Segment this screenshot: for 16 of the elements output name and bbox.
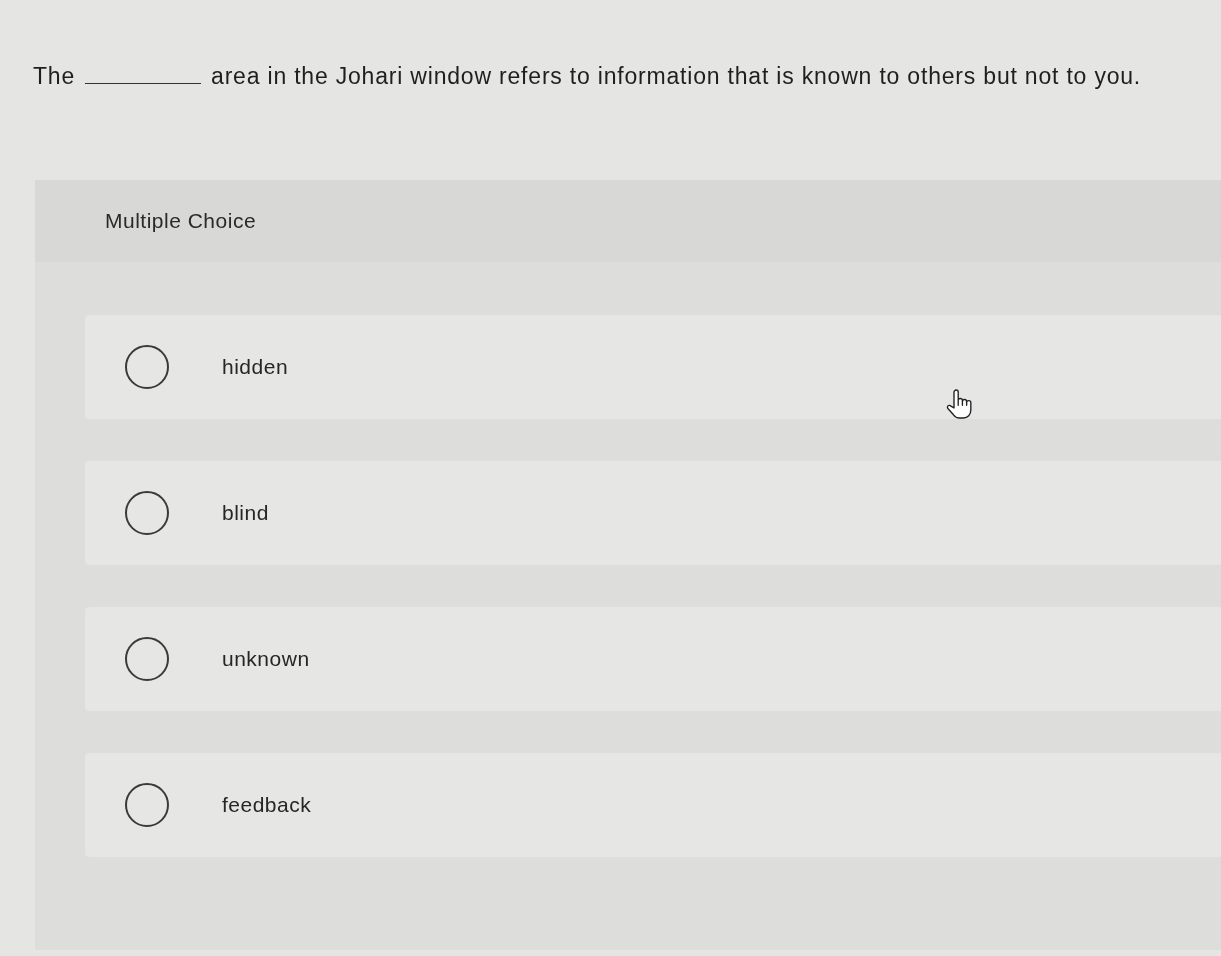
radio-button[interactable] (125, 637, 169, 681)
answer-option[interactable]: hidden (85, 315, 1221, 419)
radio-button[interactable] (125, 783, 169, 827)
radio-button[interactable] (125, 345, 169, 389)
option-label: hidden (222, 355, 289, 379)
radio-button[interactable] (125, 491, 169, 535)
answer-option[interactable]: feedback (85, 753, 1221, 857)
option-label: feedback (222, 793, 312, 817)
hand-cursor-icon (946, 389, 972, 419)
answer-option[interactable]: unknown (85, 607, 1221, 711)
question-text: area in the Johari window refers to information that is known to others but not to you. (211, 63, 1142, 90)
question-text: The (33, 63, 76, 90)
option-label: blind (222, 501, 269, 525)
section-title: Multiple Choice (105, 209, 257, 233)
answer-option[interactable]: blind (85, 461, 1221, 565)
option-label: unknown (222, 647, 310, 671)
